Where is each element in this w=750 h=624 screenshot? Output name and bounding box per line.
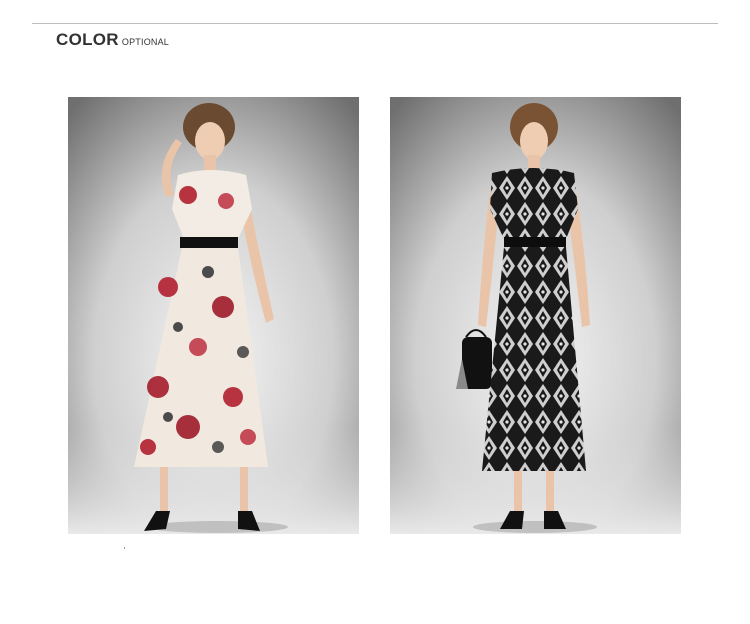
geometric-dress-photo bbox=[390, 97, 681, 534]
stray-dot bbox=[124, 547, 125, 549]
floral-dress-photo bbox=[68, 97, 359, 534]
section-heading: COLOR OPTIONAL bbox=[56, 30, 169, 50]
color-option-geometric[interactable] bbox=[390, 97, 681, 534]
section-title: COLOR bbox=[56, 30, 119, 49]
color-option-floral[interactable] bbox=[68, 97, 359, 534]
top-divider bbox=[32, 23, 718, 24]
section-subtitle: OPTIONAL bbox=[121, 37, 170, 47]
